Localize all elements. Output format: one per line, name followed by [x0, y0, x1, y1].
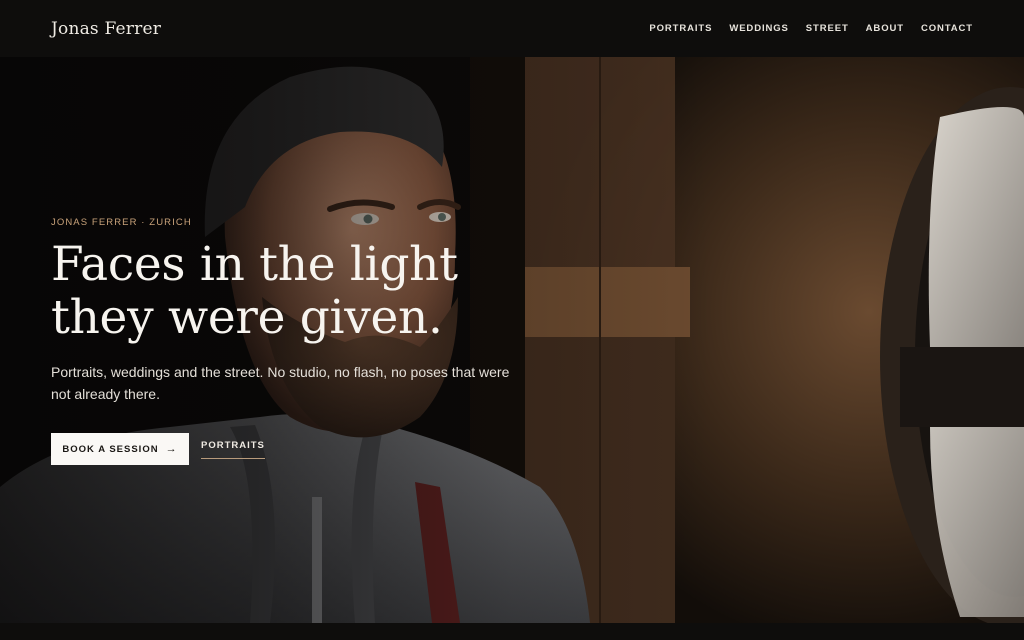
hero-headline-line-1: Faces in the light	[51, 237, 458, 292]
main-nav: PORTRAITS WEDDINGS STREET ABOUT CONTACT	[649, 23, 973, 34]
page-bottom-strip	[0, 623, 1024, 640]
book-session-label: BOOK A SESSION	[62, 443, 159, 455]
book-session-button[interactable]: BOOK A SESSION →	[51, 433, 189, 465]
hero-eyebrow: JONAS FERRER · ZURICH	[51, 217, 192, 228]
hero-subtitle: Portraits, weddings and the street. No s…	[51, 364, 510, 402]
nav-contact[interactable]: CONTACT	[921, 23, 973, 34]
brand-logo[interactable]: Jonas Ferrer	[51, 19, 161, 39]
hero-headline-line-2: they were given.	[51, 290, 443, 345]
nav-about[interactable]: ABOUT	[866, 23, 904, 34]
hero-cta-row: BOOK A SESSION → PORTRAITS	[51, 433, 265, 465]
nav-street[interactable]: STREET	[806, 23, 849, 34]
portraits-link[interactable]: PORTRAITS	[201, 433, 265, 459]
site-header: Jonas Ferrer PORTRAITS WEDDINGS STREET A…	[0, 0, 1024, 57]
hero-headline: Faces in the light they were given.	[51, 238, 521, 344]
arrow-right-icon: →	[165, 443, 178, 455]
hero-section: JONAS FERRER · ZURICH Faces in the light…	[0, 57, 1024, 623]
nav-weddings[interactable]: WEDDINGS	[729, 23, 788, 34]
nav-portraits[interactable]: PORTRAITS	[649, 23, 712, 34]
